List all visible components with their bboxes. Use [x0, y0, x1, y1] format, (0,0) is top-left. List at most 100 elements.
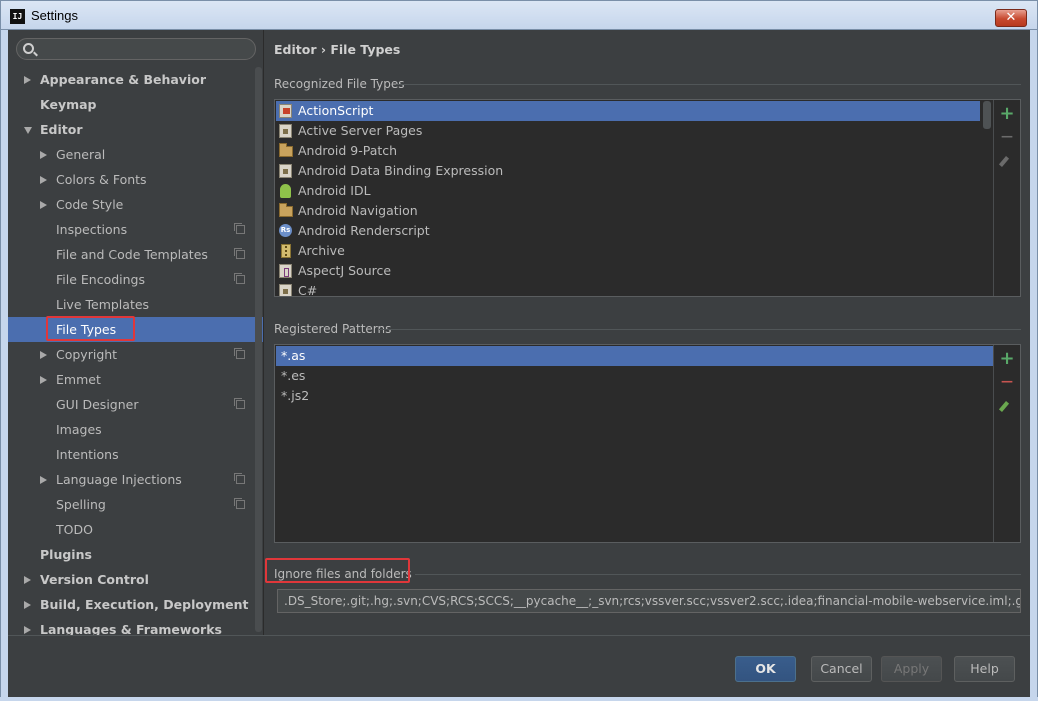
patterns-toolbar: + —: [993, 345, 1019, 542]
expand-right-icon[interactable]: [24, 576, 31, 584]
sidebar-item[interactable]: Images: [8, 417, 263, 442]
expand-right-icon[interactable]: [40, 176, 47, 184]
file-type-row[interactable]: Active Server Pages: [276, 121, 980, 141]
sidebar-item[interactable]: Inspections: [8, 217, 263, 242]
sidebar-item[interactable]: TODO: [8, 517, 263, 542]
sidebar-item-label: Language Injections: [56, 472, 182, 487]
sidebar-item[interactable]: Keymap: [8, 92, 263, 117]
file-type-label: Android IDL: [298, 183, 371, 198]
file-types-scrollbar[interactable]: [983, 101, 991, 129]
sidebar-item-label: General: [56, 147, 106, 162]
apply-button[interactable]: Apply: [881, 656, 942, 682]
file-type-row[interactable]: C#: [276, 281, 980, 296]
file-type-row[interactable]: Android IDL: [276, 181, 980, 201]
settings-tree: Appearance & Behavior Keymap Editor General…: [8, 67, 263, 635]
pattern-label: *.js2: [281, 388, 310, 403]
add-pattern-button[interactable]: +: [999, 350, 1015, 368]
pattern-row[interactable]: *.es: [276, 366, 993, 386]
file-type-row[interactable]: Archive: [276, 241, 980, 261]
sidebar-item-label: Languages & Frameworks: [40, 622, 222, 635]
sidebar-item[interactable]: Editor: [8, 117, 263, 142]
folder-icon: [279, 203, 293, 217]
sidebar-scrollbar[interactable]: [255, 67, 262, 632]
sidebar-item[interactable]: Language Injections: [8, 467, 263, 492]
settings-search-input[interactable]: [39, 41, 249, 57]
sidebar-item-label: TODO: [56, 522, 93, 537]
expand-right-icon[interactable]: [24, 626, 31, 634]
window-title: Settings: [31, 8, 78, 23]
pattern-row[interactable]: *.as: [276, 346, 993, 366]
recognized-file-types-title: Recognized File Types: [274, 77, 405, 91]
aspectj-icon: [279, 264, 292, 278]
document-icon: [279, 164, 292, 178]
renderscript-icon: Rs: [279, 224, 292, 237]
sidebar-item-label: Spelling: [56, 497, 106, 512]
file-type-row[interactable]: Rs Android Renderscript: [276, 221, 980, 241]
sidebar-item[interactable]: Languages & Frameworks: [8, 617, 263, 635]
recognized-file-types-list[interactable]: ActionScript Active Server Pages Android 9…: [274, 99, 1021, 297]
remove-file-type-button[interactable]: —: [999, 128, 1015, 144]
project-level-icon: [234, 248, 245, 259]
edit-file-type-icon[interactable]: [998, 156, 1010, 167]
sidebar-item-label: File Encodings: [56, 272, 146, 287]
expand-right-icon[interactable]: [40, 376, 47, 384]
registered-patterns-list[interactable]: *.as *.es *.js2 + —: [274, 344, 1021, 543]
sidebar-item-label: Plugins: [40, 547, 92, 562]
file-type-row[interactable]: Android Data Binding Expression: [276, 161, 980, 181]
actionscript-icon: [279, 104, 292, 118]
expand-down-icon[interactable]: [24, 127, 32, 134]
separator: [379, 329, 1021, 330]
edit-pattern-icon[interactable]: [998, 401, 1010, 412]
cancel-button[interactable]: Cancel: [811, 656, 872, 682]
sidebar-item[interactable]: Colors & Fonts: [8, 167, 263, 192]
file-type-row[interactable]: ActionScript: [276, 101, 980, 121]
archive-icon: [281, 244, 291, 258]
sidebar-item[interactable]: Appearance & Behavior: [8, 67, 263, 92]
ok-button[interactable]: OK: [735, 656, 796, 682]
folder-icon: [279, 143, 293, 157]
dialog-button-bar: OK Cancel Apply Help: [8, 635, 1030, 697]
sidebar-item[interactable]: Version Control: [8, 567, 263, 592]
expand-right-icon[interactable]: [40, 201, 47, 209]
sidebar-item[interactable]: File and Code Templates: [8, 242, 263, 267]
expand-right-icon[interactable]: [40, 351, 47, 359]
expand-right-icon[interactable]: [24, 76, 31, 84]
expand-right-icon[interactable]: [40, 476, 47, 484]
sidebar-item[interactable]: Code Style: [8, 192, 263, 217]
project-level-icon: [234, 348, 245, 359]
sidebar-item[interactable]: Plugins: [8, 542, 263, 567]
sidebar-item[interactable]: General: [8, 142, 263, 167]
pattern-row[interactable]: *.js2: [276, 386, 993, 406]
sidebar-item[interactable]: Emmet: [8, 367, 263, 392]
sidebar-item[interactable]: Live Templates: [8, 292, 263, 317]
sidebar-item[interactable]: Spelling: [8, 492, 263, 517]
expand-right-icon[interactable]: [24, 601, 31, 609]
ignore-files-input[interactable]: .DS_Store;.git;.hg;.svn;CVS;RCS;SCCS;__p…: [277, 589, 1021, 613]
sidebar-item[interactable]: File Encodings: [8, 267, 263, 292]
sidebar-item[interactable]: Build, Execution, Deployment: [8, 592, 263, 617]
file-type-row[interactable]: Android Navigation: [276, 201, 980, 221]
sidebar-item-label: Colors & Fonts: [56, 172, 147, 187]
add-file-type-button[interactable]: +: [999, 105, 1015, 123]
sidebar-item-label: Code Style: [56, 197, 124, 212]
file-types-highlight-box: [46, 316, 135, 341]
android-icon: [280, 184, 291, 198]
sidebar-item[interactable]: File Types: [8, 316, 263, 342]
sidebar-item[interactable]: Copyright: [8, 342, 263, 367]
sidebar-item[interactable]: GUI Designer: [8, 392, 263, 417]
remove-pattern-button[interactable]: —: [999, 373, 1015, 389]
help-button[interactable]: Help: [954, 656, 1015, 682]
sidebar-item[interactable]: Intentions: [8, 442, 263, 467]
file-type-label: AspectJ Source: [298, 263, 392, 278]
expand-right-icon[interactable]: [40, 151, 47, 159]
file-type-row[interactable]: AspectJ Source: [276, 261, 980, 281]
sidebar-item-label: Live Templates: [56, 297, 150, 312]
file-type-label: Android Data Binding Expression: [298, 163, 504, 178]
close-window-button[interactable]: ✕: [995, 9, 1027, 27]
file-type-label: Archive: [298, 243, 345, 258]
sidebar-item-label: File and Code Templates: [56, 247, 208, 262]
project-level-icon: [234, 473, 245, 484]
settings-search-box[interactable]: [16, 38, 256, 60]
settings-sidebar: Appearance & Behavior Keymap Editor General…: [8, 30, 264, 635]
file-type-row[interactable]: Android 9-Patch: [276, 141, 980, 161]
